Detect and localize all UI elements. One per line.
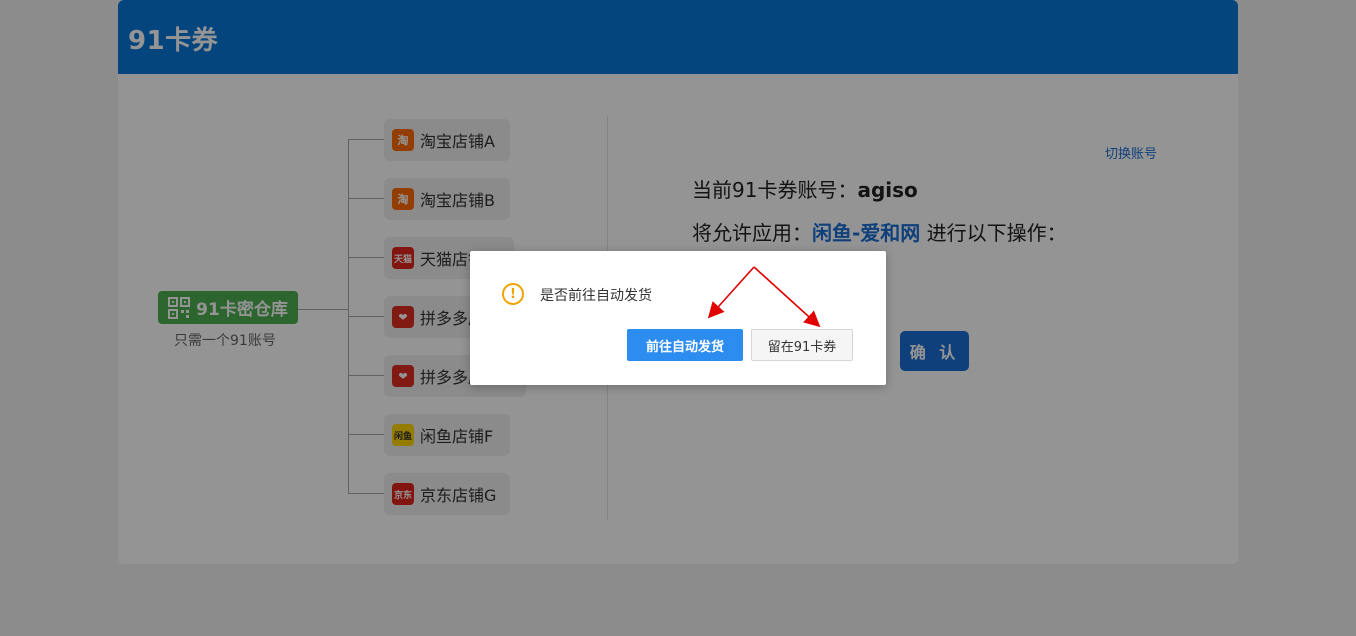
dialog-message: 是否前往自动发货	[540, 288, 652, 304]
confirm-dialog: ! 是否前往自动发货 前往自动发货 留在91卡券	[470, 251, 886, 385]
stay-button[interactable]: 留在91卡券	[751, 329, 853, 361]
warning-icon: !	[502, 283, 524, 305]
go-auto-delivery-button[interactable]: 前往自动发货	[627, 329, 743, 361]
